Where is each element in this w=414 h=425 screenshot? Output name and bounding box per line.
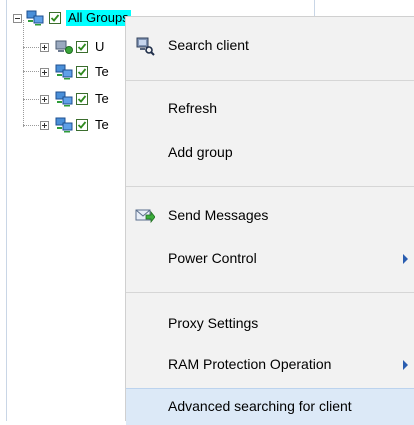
tree-node-child[interactable]: U xyxy=(0,37,140,57)
tree-node-child[interactable]: Te xyxy=(0,115,140,135)
tree-checkbox[interactable] xyxy=(76,93,88,105)
expand-icon[interactable] xyxy=(40,95,49,104)
menu-item-advanced-searching[interactable]: Advanced searching for client xyxy=(126,388,414,425)
menu-item-label: RAM Protection Operation xyxy=(168,356,332,372)
group-icon xyxy=(55,91,73,107)
menu-item-label: Advanced searching for client xyxy=(168,398,352,414)
search-client-icon xyxy=(135,36,155,56)
tree-checkbox[interactable] xyxy=(49,12,61,24)
tree-checkbox[interactable] xyxy=(76,66,88,78)
menu-item-label: Proxy Settings xyxy=(168,315,259,331)
expand-icon[interactable] xyxy=(40,68,49,77)
submenu-arrow-icon xyxy=(403,360,408,370)
client-group-icon xyxy=(55,39,73,55)
group-icon xyxy=(55,64,73,80)
menu-item-label: Power Control xyxy=(168,250,257,266)
expand-icon[interactable] xyxy=(40,121,49,130)
tree-checkbox[interactable] xyxy=(76,41,88,53)
group-icon xyxy=(55,117,73,133)
menu-separator xyxy=(126,80,414,81)
submenu-arrow-icon xyxy=(403,254,408,264)
group-icon xyxy=(26,10,44,26)
menu-item-add-group[interactable]: Add group xyxy=(126,135,414,171)
tree-node-child[interactable]: Te xyxy=(0,89,140,109)
collapse-icon[interactable] xyxy=(13,14,22,23)
tree-checkbox[interactable] xyxy=(76,119,88,131)
tree-node-label: Te xyxy=(95,64,109,79)
menu-item-search-client[interactable]: Search client xyxy=(126,28,414,64)
menu-separator xyxy=(126,292,414,293)
menu-item-ram-protection-operation[interactable]: RAM Protection Operation xyxy=(126,347,414,383)
menu-separator xyxy=(126,186,414,187)
tree-node-child[interactable]: Te xyxy=(0,62,140,82)
menu-item-power-control[interactable]: Power Control xyxy=(126,241,414,277)
tree-node-label: Te xyxy=(95,91,109,106)
menu-item-send-messages[interactable]: Send Messages xyxy=(126,198,414,234)
menu-item-refresh[interactable]: Refresh xyxy=(126,91,414,127)
menu-item-label: Search client xyxy=(168,37,249,53)
tree-node-label: U xyxy=(95,39,105,54)
menu-item-label: Refresh xyxy=(168,100,218,116)
menu-item-label: Send Messages xyxy=(168,207,269,223)
expand-icon[interactable] xyxy=(40,43,49,52)
send-message-icon xyxy=(135,206,156,226)
tree-node-label: Te xyxy=(95,117,109,132)
tree-node-label: All Groups xyxy=(66,10,131,26)
menu-item-label: Add group xyxy=(168,144,233,160)
context-menu: Search client Refresh Add group Send Mes… xyxy=(125,16,414,425)
menu-item-proxy-settings[interactable]: Proxy Settings xyxy=(126,306,414,342)
